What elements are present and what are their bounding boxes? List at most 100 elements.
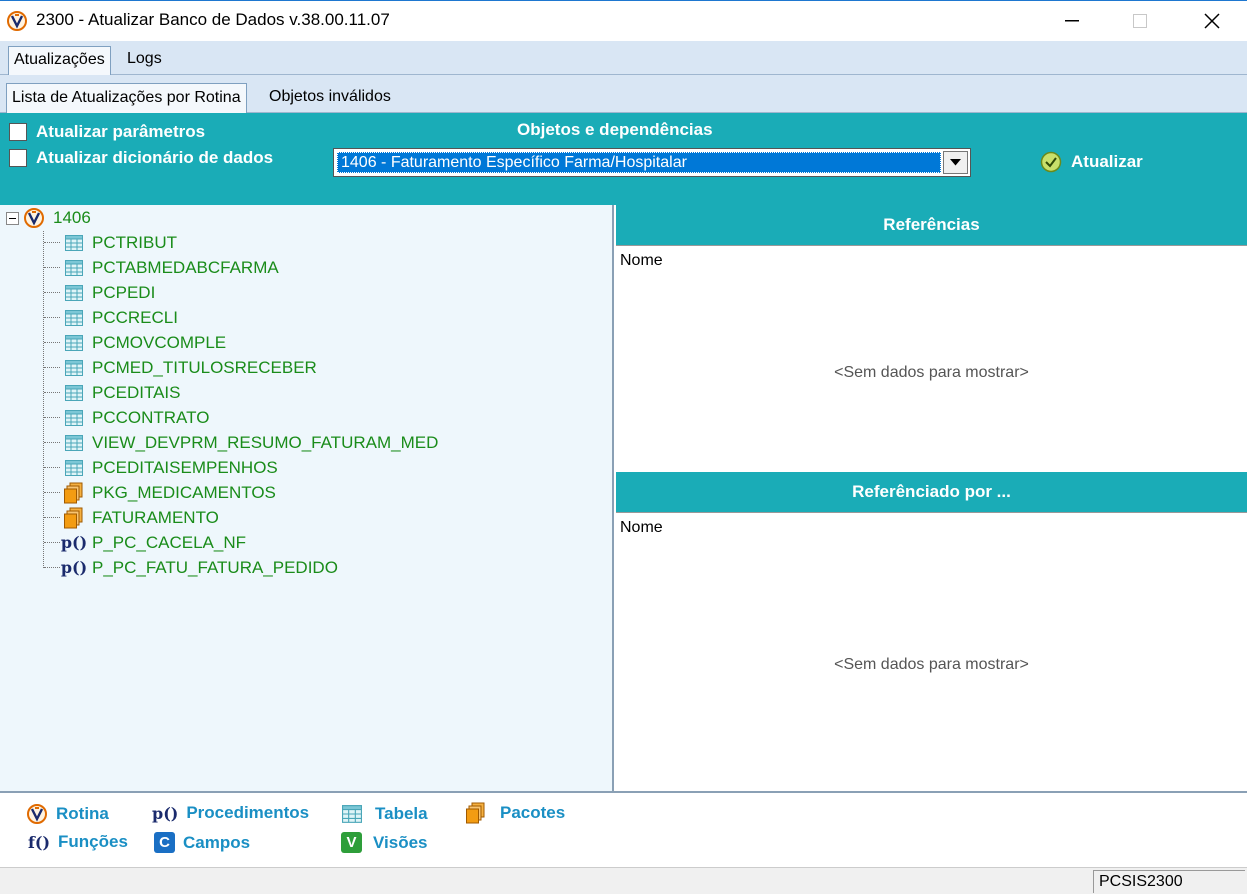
legend-rotina-label: Rotina <box>56 804 109 823</box>
tree-item[interactable]: PCCRECLI <box>44 305 178 330</box>
legend-tabela: Tabela <box>342 804 428 824</box>
maximize-icon <box>1133 14 1147 28</box>
objects-tree: 1406 PCTRIBUT PCTABMEDABCFARMA PCPEDI PCCRE… <box>0 205 614 791</box>
table-icon <box>342 805 362 823</box>
tab-objetos-invalidos[interactable]: Objetos inválidos <box>264 83 396 113</box>
tree-root-label: 1406 <box>53 208 91 227</box>
tree-item[interactable]: PKG_MEDICAMENTOS <box>44 480 276 505</box>
close-button[interactable] <box>1189 1 1235 41</box>
references-grid: Nome <Sem dados para mostrar> <box>616 245 1247 471</box>
table-icon <box>61 382 87 404</box>
procedure-icon: p() <box>152 803 179 823</box>
update-button-label: Atualizar <box>1071 152 1143 171</box>
minimize-icon <box>1065 20 1079 22</box>
legend-pacotes: Pacotes <box>466 802 565 824</box>
tree-item-label: PCEDITAIS <box>92 382 181 402</box>
app-logo-icon <box>6 10 28 32</box>
routine-select-dropdown-button[interactable] <box>943 151 968 174</box>
package-icon <box>466 802 486 824</box>
table-icon <box>61 432 87 454</box>
tree-item[interactable]: PCTABMEDABCFARMA <box>44 255 279 280</box>
routine-icon <box>23 207 45 229</box>
table-icon <box>61 282 87 304</box>
legend-campos-label: Campos <box>183 832 251 852</box>
tree-item[interactable]: VIEW_DEVPRM_RESUMO_FATURAM_MED <box>44 430 438 455</box>
objects-title: Objetos e dependências <box>517 120 713 139</box>
tree-item-label: PCPEDI <box>92 282 156 302</box>
legend-funcoes-label: Funções <box>58 832 128 851</box>
legend-funcoes: f() Funções <box>28 832 128 852</box>
routine-icon <box>26 803 48 825</box>
tree-connector <box>44 342 60 343</box>
legend-tabela-label: Tabela <box>375 804 428 823</box>
table-icon <box>61 357 87 379</box>
tree-item[interactable]: PCMED_TITULOSRECEBER <box>44 355 317 380</box>
table-icon <box>61 307 87 329</box>
window-title: 2300 - Atualizar Banco de Dados v.38.00.… <box>36 10 390 29</box>
referenced-by-column-name: Nome <box>620 519 663 536</box>
package-icon <box>61 482 87 504</box>
view-icon: V <box>341 832 362 853</box>
routine-select[interactable]: 1406 - Faturamento Específico Farma/Hosp… <box>333 148 971 177</box>
tree-connector <box>44 392 60 393</box>
tree-item-label: PCTABMEDABCFARMA <box>92 257 279 277</box>
chevron-down-icon <box>950 159 961 166</box>
tree-connector <box>44 442 60 443</box>
tree-item[interactable]: p() P_PC_FATU_FATURA_PEDIDO <box>44 555 338 580</box>
field-icon: C <box>154 832 175 853</box>
tree-item[interactable]: PCEDITAISEMPENHOS <box>44 455 278 480</box>
tree-connector <box>44 567 60 568</box>
references-empty-message: <Sem dados para mostrar> <box>834 364 1029 381</box>
check-circle-icon <box>1040 151 1062 173</box>
tab-logs[interactable]: Logs <box>122 46 167 75</box>
title-bar: 2300 - Atualizar Banco de Dados v.38.00.… <box>0 0 1247 40</box>
update-params-checkbox[interactable] <box>9 123 27 141</box>
maximize-button[interactable] <box>1117 1 1163 41</box>
function-icon: f() <box>28 832 51 852</box>
tree-item[interactable]: PCCONTRATO <box>44 405 209 430</box>
update-dictionary-checkbox[interactable] <box>9 149 27 167</box>
referenced-by-header: Referênciado por ... <box>616 472 1247 512</box>
update-dictionary-option[interactable]: Atualizar dicionário de dados <box>9 148 273 168</box>
procedure-icon: p() <box>60 533 88 552</box>
table-icon <box>61 332 87 354</box>
package-icon <box>61 507 87 529</box>
update-params-option[interactable]: Atualizar parâmetros <box>9 122 205 142</box>
collapse-toggle-icon[interactable] <box>6 211 19 225</box>
tab-atualizacoes[interactable]: Atualizações <box>8 46 111 76</box>
tree-connector <box>44 417 60 418</box>
tree-item[interactable]: PCTRIBUT <box>44 230 177 255</box>
legend-visoes-label: Visões <box>373 832 428 852</box>
tree-connector <box>44 242 60 243</box>
tree-connector <box>44 317 60 318</box>
legend-rotina: Rotina <box>26 803 109 825</box>
tree-root-node[interactable]: 1406 <box>6 207 91 229</box>
tree-item-label: PCMOVCOMPLE <box>92 332 227 352</box>
minimize-button[interactable] <box>1049 1 1095 41</box>
sub-tabs: Lista de Atualizações por Rotina Objetos… <box>0 75 1247 113</box>
update-button[interactable]: Atualizar <box>1040 151 1143 173</box>
table-icon <box>61 257 87 279</box>
tree-item-label: P_PC_CACELA_NF <box>92 532 247 552</box>
routine-select-value: 1406 - Faturamento Específico Farma/Hosp… <box>337 152 941 173</box>
legend-procedimentos: p() Procedimentos <box>152 803 309 823</box>
legend-campos: C Campos <box>154 832 250 853</box>
tree-connector <box>44 467 60 468</box>
table-icon <box>61 457 87 479</box>
tree-connector <box>44 517 60 518</box>
tree-item[interactable]: PCPEDI <box>44 280 155 305</box>
tree-item[interactable]: PCEDITAIS <box>44 380 180 405</box>
legend-procedimentos-label: Procedimentos <box>186 803 310 822</box>
referenced-by-grid: Nome <Sem dados para mostrar> <box>616 512 1247 791</box>
close-icon <box>1204 13 1220 29</box>
tree-item-label: VIEW_DEVPRM_RESUMO_FATURAM_MED <box>92 432 439 452</box>
tree-item-label: PCEDITAISEMPENHOS <box>92 457 278 477</box>
table-icon <box>61 407 87 429</box>
tree-item[interactable]: p() P_PC_CACELA_NF <box>44 530 246 555</box>
update-params-label: Atualizar parâmetros <box>36 122 206 141</box>
tree-item[interactable]: PCMOVCOMPLE <box>44 330 226 355</box>
references-header: Referências <box>616 205 1247 245</box>
tree-item[interactable]: FATURAMENTO <box>44 505 219 530</box>
update-dictionary-label: Atualizar dicionário de dados <box>36 148 274 167</box>
tab-lista-atualizacoes[interactable]: Lista de Atualizações por Rotina <box>6 83 247 113</box>
